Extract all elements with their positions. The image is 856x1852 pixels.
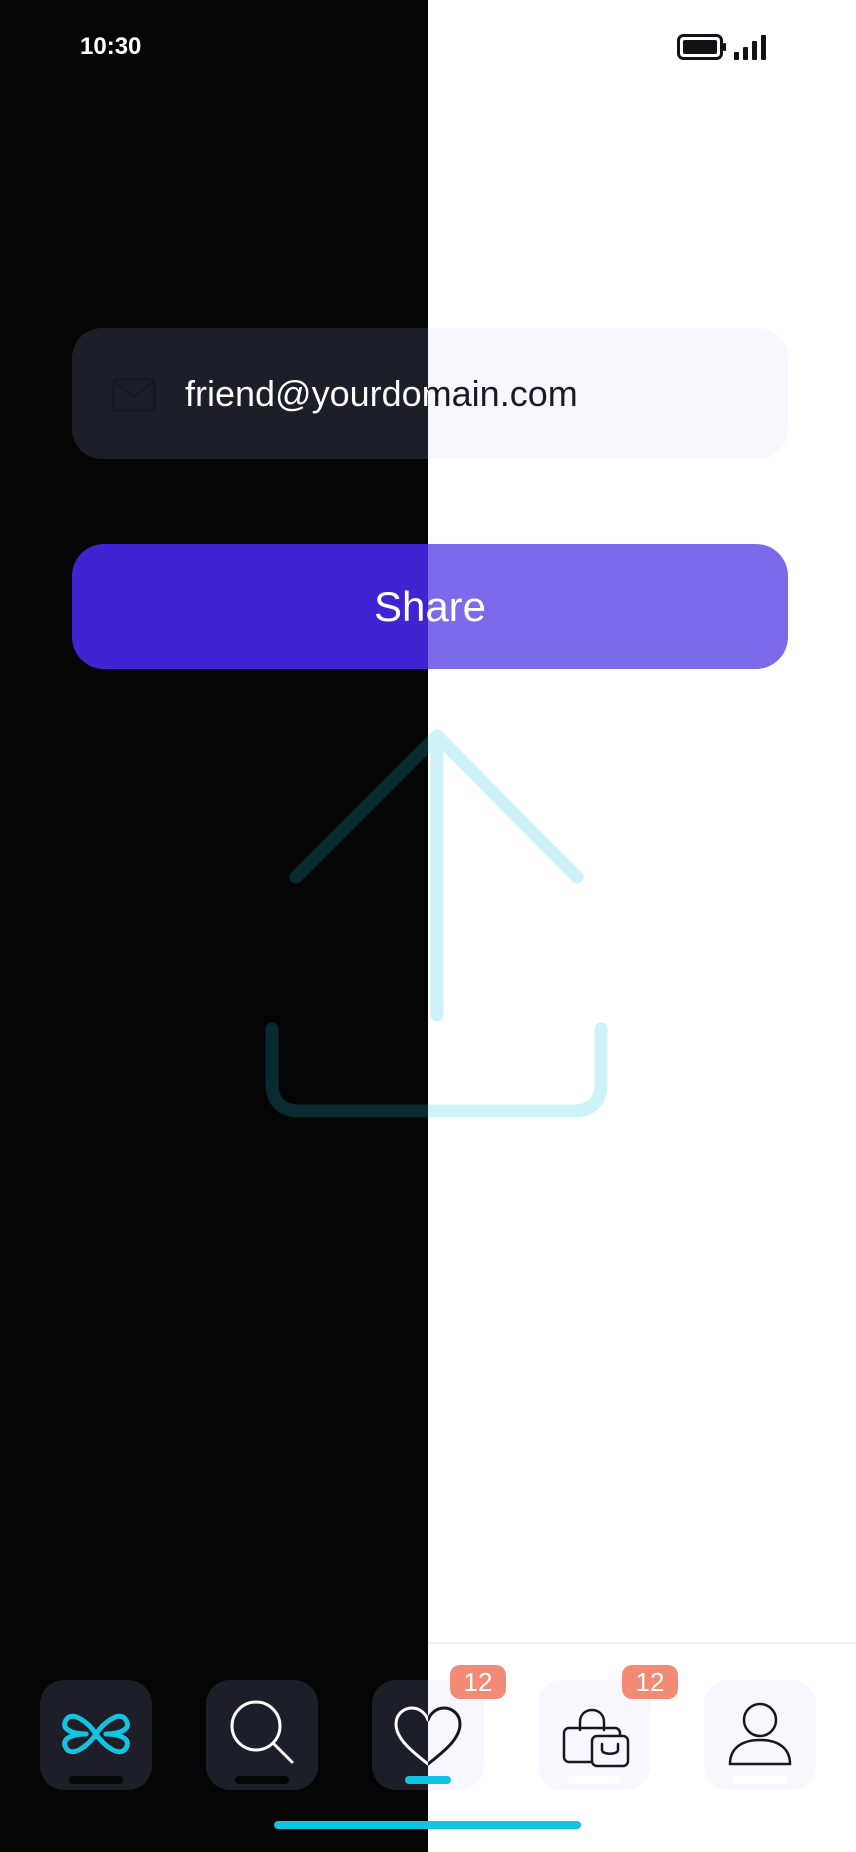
app-screen: 10:30 friend@yourdomain.com Share 12 12 <box>0 0 856 1852</box>
cellular-signal-icon <box>734 35 766 60</box>
tab-indicator <box>733 1776 787 1784</box>
tab-profile[interactable] <box>704 1680 816 1790</box>
battery-full-icon <box>677 34 726 60</box>
user-icon <box>728 1702 792 1766</box>
dark-theme-half <box>0 0 428 1852</box>
share-button-label: Share <box>373 583 487 630</box>
tab-indicator <box>69 1776 123 1784</box>
tab-home[interactable] <box>40 1680 152 1790</box>
tab-bar-divider <box>428 1642 856 1644</box>
email-field-value: friend@yourdomain.com <box>185 328 578 459</box>
status-time: 10:30 <box>80 33 142 60</box>
tab-search[interactable] <box>206 1680 318 1790</box>
share-button[interactable]: Share <box>72 544 788 669</box>
search-icon <box>230 1700 294 1764</box>
home-indicator <box>274 1821 581 1829</box>
status-icons <box>677 34 766 60</box>
email-field[interactable]: friend@yourdomain.com <box>72 328 788 459</box>
app-logo-icon <box>62 1713 130 1755</box>
mail-icon <box>112 378 156 412</box>
cart-badge: 12 <box>622 1665 678 1699</box>
tab-indicator <box>235 1776 289 1784</box>
favorites-badge: 12 <box>450 1665 506 1699</box>
tab-indicator <box>567 1776 621 1784</box>
tab-active-indicator <box>405 1776 451 1784</box>
